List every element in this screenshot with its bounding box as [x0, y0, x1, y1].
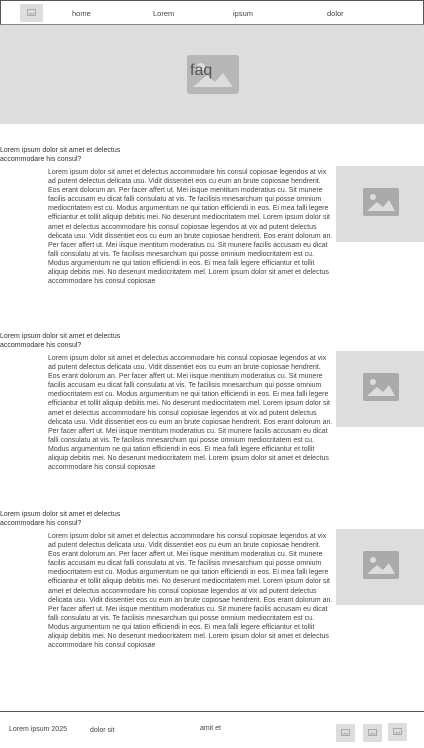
faq-question: Lorem ipsum dolor sit amet et delectus a…	[0, 333, 121, 349]
social-link-3[interactable]	[388, 723, 407, 741]
image-placeholder-icon	[341, 729, 350, 736]
social-link-2[interactable]	[363, 724, 382, 742]
logo-image-placeholder-icon[interactable]	[20, 4, 43, 22]
footer: Lorem ipsum 2025 dolor sit amit et	[0, 711, 424, 748]
image-placeholder-icon	[363, 551, 399, 579]
faq-answer: Lorem ipsum dolor sit amet et delectus a…	[48, 533, 333, 650]
faq-answer: Lorem ipsum dolor sit amet et delectus a…	[48, 169, 333, 286]
nav-link-ipsum[interactable]: ipsum	[233, 9, 253, 18]
footer-copyright: Lorem ipsum 2025	[9, 726, 67, 733]
footer-link-amit-et[interactable]: amit et	[200, 725, 221, 732]
faq-image-placeholder	[336, 166, 424, 242]
faq-question: Lorem ipsum dolor sit amet et delectus a…	[0, 511, 121, 527]
faq-image-placeholder	[336, 529, 424, 605]
page-title: faq	[190, 62, 213, 79]
hero-banner: faq	[0, 25, 424, 124]
image-placeholder-icon	[368, 729, 377, 736]
footer-link-dolor-sit[interactable]: dolor sit	[90, 727, 115, 734]
faq-image-placeholder	[336, 351, 424, 427]
nav-link-dolor[interactable]: dolor	[327, 9, 344, 18]
top-nav: home Lorem ipsum dolor	[0, 0, 424, 25]
image-placeholder-icon	[363, 373, 399, 401]
faq-answer: Lorem ipsum dolor sit amet et delectus a…	[48, 355, 333, 472]
image-placeholder-icon	[363, 188, 399, 216]
image-placeholder-icon	[393, 728, 402, 735]
faq-question: Lorem ipsum dolor sit amet et delectus a…	[0, 147, 121, 163]
image-placeholder-icon	[27, 9, 36, 16]
nav-link-lorem[interactable]: Lorem	[153, 9, 174, 18]
nav-link-home[interactable]: home	[72, 9, 91, 18]
social-link-1[interactable]	[336, 724, 355, 742]
